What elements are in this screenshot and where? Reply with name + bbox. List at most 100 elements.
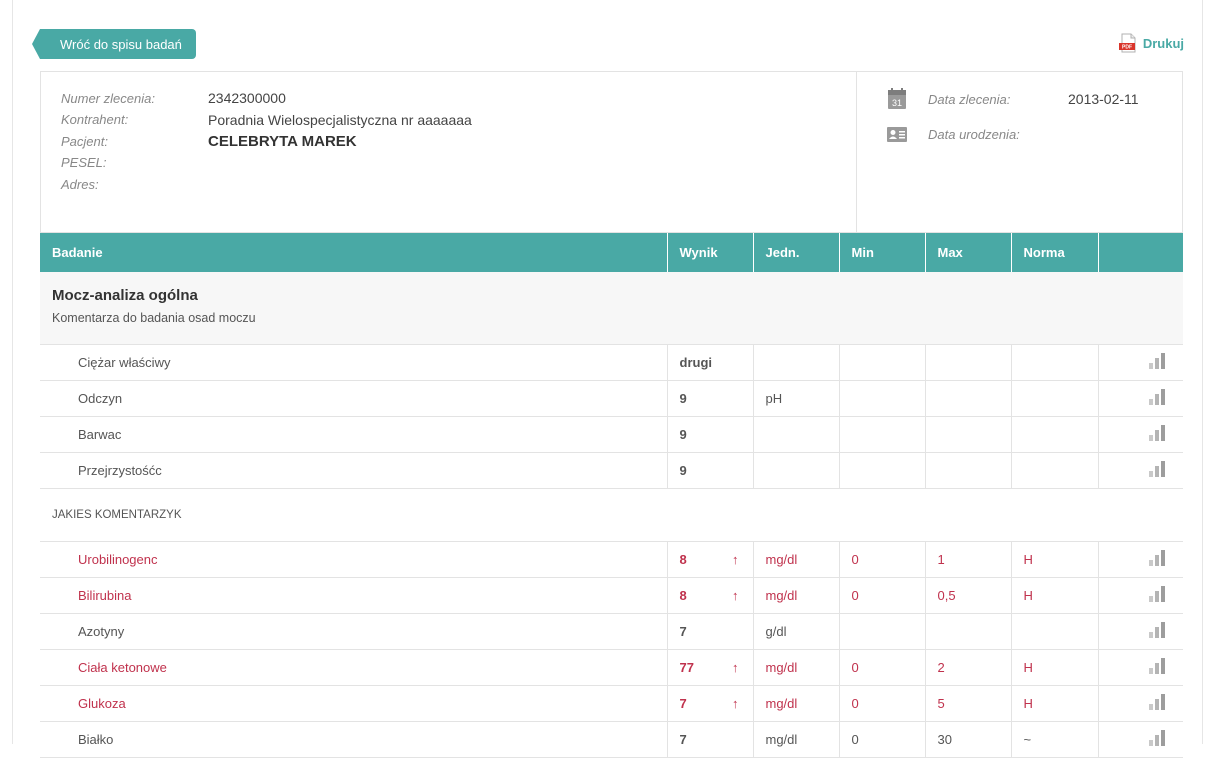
min-cell <box>839 613 926 650</box>
section-cell: Mocz-analiza ogólna Komentarza do badani… <box>40 272 1183 345</box>
bar-chart-icon[interactable] <box>1147 621 1167 638</box>
comment-text: JAKIES KOMENTARZYK <box>40 488 1183 542</box>
contractor-label: Kontrahent: <box>61 112 129 127</box>
max-cell <box>925 452 1012 489</box>
bar-chart-icon[interactable] <box>1147 729 1167 746</box>
result-cell: 8 ↑ <box>667 541 754 578</box>
trend-arrow-icon: ↑ <box>732 695 739 711</box>
chart-cell[interactable] <box>1098 541 1183 578</box>
unit-cell: g/dl <box>753 613 840 650</box>
test-name: Białko <box>40 721 668 758</box>
chart-cell[interactable] <box>1098 685 1183 722</box>
back-to-list-button[interactable]: Wróć do spisu badań <box>32 29 196 59</box>
chart-cell[interactable] <box>1098 721 1183 758</box>
unit-cell <box>753 344 840 381</box>
table-header-row: Badanie Wynik Jedn. Min Max Norma <box>40 233 1183 272</box>
order-details: Numer zlecenia: 2342300000 Kontrahent: P… <box>61 88 472 196</box>
chart-cell[interactable] <box>1098 577 1183 614</box>
test-name: Glukoza <box>40 685 668 722</box>
table-row[interactable]: Ciężar właściwy drugi <box>40 344 1183 381</box>
chart-cell[interactable] <box>1098 649 1183 686</box>
col-header-min: Min <box>839 233 926 272</box>
table-row[interactable]: Białko 7 mg/dl 0 30 ~ <box>40 721 1183 758</box>
result-value: drugi <box>679 354 713 370</box>
info-divider <box>856 72 857 232</box>
min-cell: 0 <box>839 721 926 758</box>
svg-text:PDF: PDF <box>1122 45 1132 51</box>
result-value: 9 <box>679 390 687 406</box>
col-header-norm: Norma <box>1011 233 1099 272</box>
bar-chart-icon[interactable] <box>1147 460 1167 477</box>
test-name: Urobilinogenc <box>40 541 668 578</box>
test-name: Bilirubina <box>40 577 668 614</box>
results-table: Badanie Wynik Jedn. Min Max Norma Mocz-analiz… <box>40 233 1183 758</box>
bar-chart-icon[interactable] <box>1147 549 1167 566</box>
bar-chart-icon[interactable] <box>1147 388 1167 405</box>
result-cell: 8 ↑ <box>667 577 754 614</box>
table-row[interactable]: Urobilinogenc 8 ↑ mg/dl 0 1 H <box>40 541 1183 578</box>
result-value: 7 <box>679 731 687 747</box>
min-cell <box>839 344 926 381</box>
unit-cell <box>753 416 840 453</box>
min-cell: 0 <box>839 541 926 578</box>
col-header-unit: Jedn. <box>753 233 840 272</box>
min-cell: 0 <box>839 577 926 614</box>
result-value: 7 <box>679 695 687 711</box>
table-row[interactable]: Przejrzystośćc 9 <box>40 452 1183 489</box>
result-cell: 9 <box>667 416 754 453</box>
norm-cell: H <box>1011 541 1099 578</box>
chart-cell[interactable] <box>1098 613 1183 650</box>
patient-label: Pacjent: <box>61 133 108 149</box>
table-row[interactable]: Odczyn 9 pH <box>40 380 1183 417</box>
table-row[interactable]: Glukoza 7 ↑ mg/dl 0 5 H <box>40 685 1183 722</box>
calendar-day: 31 <box>892 98 902 108</box>
order-number-value: 2342300000 <box>208 90 286 106</box>
result-cell: 9 <box>667 380 754 417</box>
min-cell <box>839 380 926 417</box>
birth-date-label: Data urodzenia: <box>928 126 1020 142</box>
chart-cell[interactable] <box>1098 344 1183 381</box>
unit-cell: mg/dl <box>753 721 840 758</box>
result-value: 8 <box>679 587 687 603</box>
order-dates: 31 Data zlecenia: 2013-02-11 Data urodze… <box>886 88 1139 158</box>
section-title: Mocz-analiza ogólna <box>52 287 198 304</box>
norm-cell <box>1011 613 1099 650</box>
bar-chart-icon[interactable] <box>1147 424 1167 441</box>
bar-chart-icon[interactable] <box>1147 352 1167 369</box>
result-value: 8 <box>679 551 687 567</box>
print-label: Drukuj <box>1142 35 1184 51</box>
unit-cell: mg/dl <box>753 541 840 578</box>
result-value: 77 <box>679 659 694 675</box>
result-value: 9 <box>679 426 687 442</box>
table-row[interactable]: Ciała ketonowe 77 ↑ mg/dl 0 2 H <box>40 649 1183 686</box>
min-cell <box>839 452 926 489</box>
chart-cell[interactable] <box>1098 416 1183 453</box>
table-row[interactable]: Azotyny 7 g/dl <box>40 613 1183 650</box>
unit-cell <box>753 452 840 489</box>
bar-chart-icon[interactable] <box>1147 657 1167 674</box>
max-cell <box>925 380 1012 417</box>
bar-chart-icon[interactable] <box>1147 693 1167 710</box>
order-date-label: Data zlecenia: <box>928 91 1011 107</box>
unit-cell: mg/dl <box>753 577 840 614</box>
table-row[interactable]: Barwac 9 <box>40 416 1183 453</box>
id-card-icon <box>887 127 907 142</box>
order-date-value: 2013-02-11 <box>1068 91 1139 107</box>
result-value: 9 <box>679 462 687 478</box>
max-cell <box>925 344 1012 381</box>
result-cell: 77 ↑ <box>667 649 754 686</box>
back-button-label: Wróć do spisu badań <box>60 36 182 52</box>
chart-cell[interactable] <box>1098 380 1183 417</box>
table-row[interactable]: Bilirubina 8 ↑ mg/dl 0 0,5 H <box>40 577 1183 614</box>
trend-arrow-icon: ↑ <box>732 587 739 603</box>
norm-cell <box>1011 416 1099 453</box>
norm-cell: ~ <box>1011 721 1099 758</box>
chart-cell[interactable] <box>1098 452 1183 489</box>
order-info-panel: Numer zlecenia: 2342300000 Kontrahent: P… <box>40 71 1183 233</box>
pdf-icon: PDF <box>1118 33 1136 53</box>
unit-cell: mg/dl <box>753 649 840 686</box>
page-left-border <box>12 0 13 744</box>
print-link[interactable]: PDF Drukuj <box>1118 33 1184 53</box>
order-number-label: Numer zlecenia: <box>61 90 155 106</box>
bar-chart-icon[interactable] <box>1147 585 1167 602</box>
